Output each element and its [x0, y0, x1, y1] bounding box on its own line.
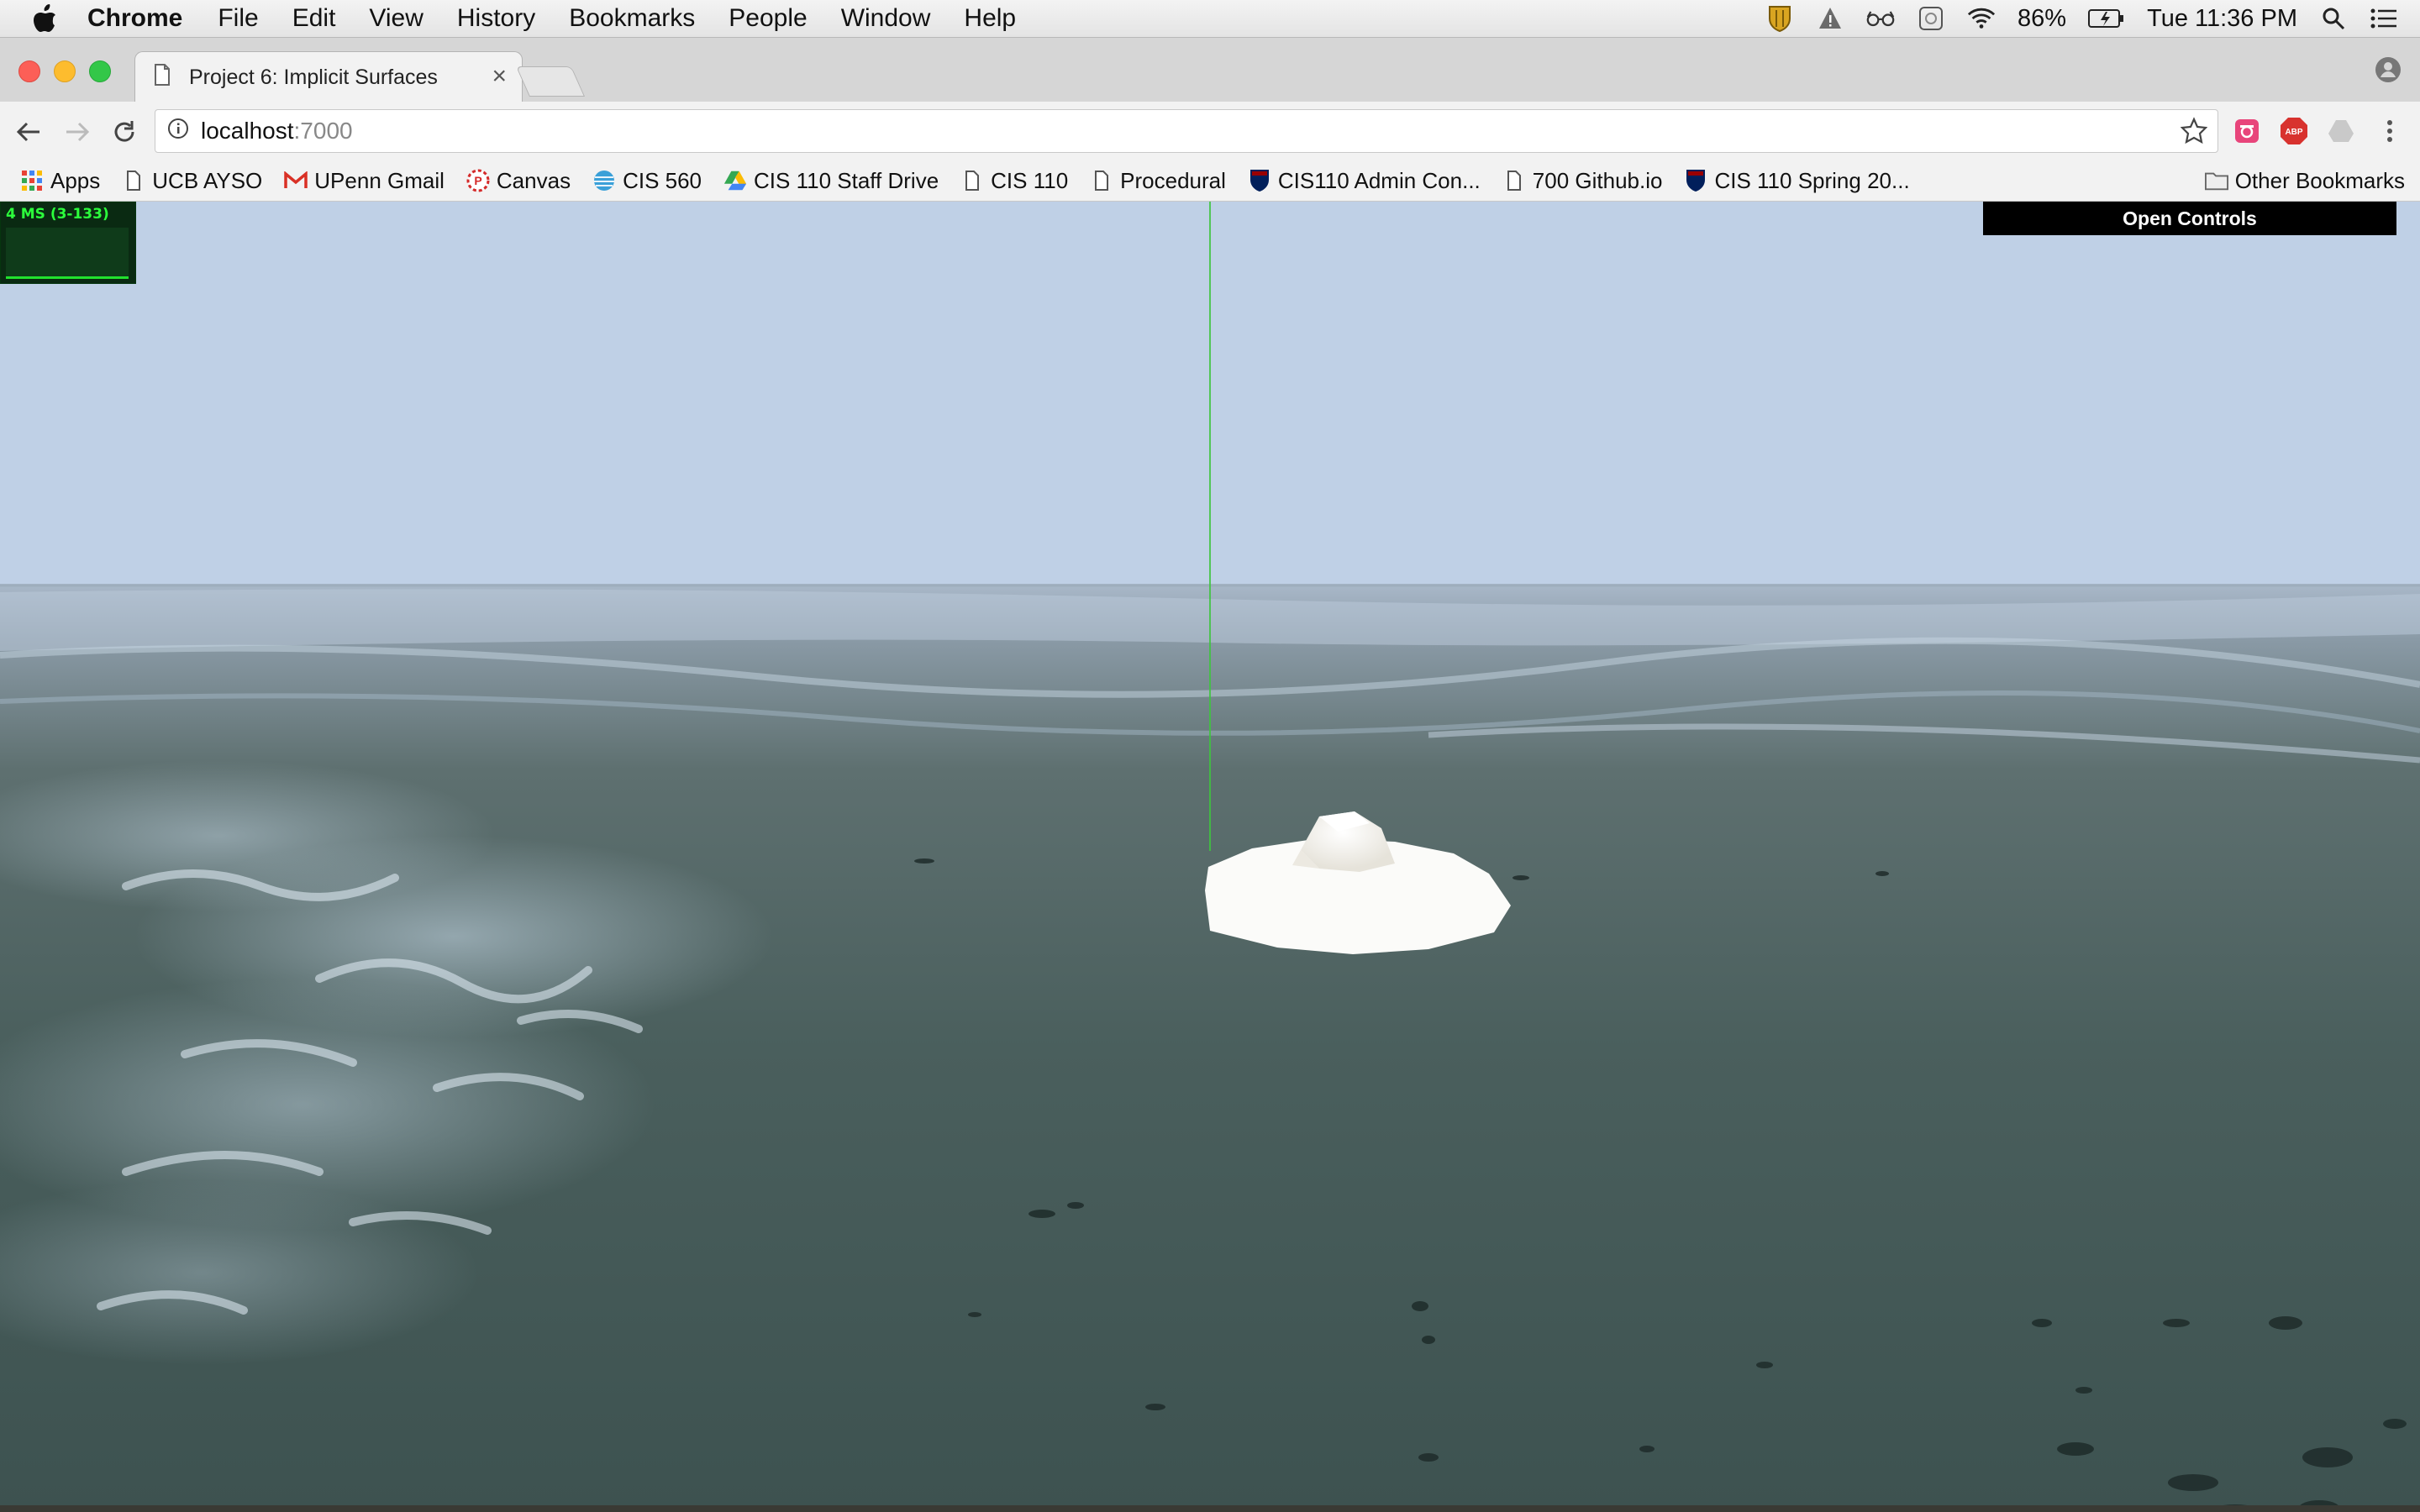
stats-graph — [6, 228, 129, 279]
bookmark-procedural[interactable]: Procedural — [1090, 168, 1226, 194]
google-drive-icon — [723, 169, 747, 192]
zoom-window-button[interactable] — [89, 60, 111, 82]
apps-grid-icon — [20, 169, 44, 192]
minimize-window-button[interactable] — [54, 60, 76, 82]
iceberg[interactable] — [1193, 798, 1546, 1025]
svg-text:P: P — [474, 174, 481, 187]
tab-close-icon[interactable]: × — [492, 62, 507, 91]
bookmark-canvas[interactable]: P Canvas — [466, 168, 571, 194]
bookmark-label: UCB AYSO — [152, 167, 263, 193]
stats-readout: 4 MS (3-133) — [6, 206, 109, 223]
shield-icon[interactable] — [1765, 4, 1794, 33]
menu-file[interactable]: File — [218, 4, 258, 33]
close-window-button[interactable] — [18, 60, 40, 82]
bookmark-cis-110-staff-drive[interactable]: CIS 110 Staff Drive — [723, 168, 939, 194]
bookmark-label: UPenn Gmail — [314, 167, 445, 193]
site-info-icon[interactable] — [167, 118, 189, 145]
battery-charging-icon[interactable] — [2088, 4, 2125, 33]
penn-shield-icon — [1248, 169, 1271, 192]
app-status-icon[interactable] — [1917, 4, 1945, 33]
back-icon[interactable] — [12, 115, 45, 149]
bookmark-label: Other Bookmarks — [2234, 167, 2405, 193]
url-host: localhost — [201, 118, 294, 144]
battery-percent: 86% — [2018, 4, 2067, 32]
screenshot-extension-icon[interactable] — [2230, 114, 2264, 148]
warning-icon[interactable] — [1816, 4, 1844, 33]
bookmark-label: 700 Github.io — [1532, 167, 1663, 193]
apple-icon[interactable] — [29, 4, 62, 33]
bookmark-label: Canvas — [496, 167, 571, 193]
spotlight-search-icon[interactable] — [2319, 4, 2348, 33]
status-area: 86% Tue 11:36 PM — [1765, 0, 2398, 37]
bookmark-label: CIS 110 — [991, 167, 1069, 193]
gmail-icon — [284, 169, 308, 192]
bookmark-label: CIS110 Admin Con... — [1277, 167, 1481, 193]
bookmark-label: CIS 560 — [623, 167, 702, 193]
chrome-menu-icon[interactable] — [2373, 114, 2407, 148]
tab-title: Project 6: Implicit Surfaces — [189, 65, 438, 89]
penn-shield-icon — [1684, 169, 1707, 192]
bookmark-cis-110[interactable]: CIS 110 — [960, 168, 1068, 194]
tab-active[interactable]: Project 6: Implicit Surfaces × — [134, 51, 523, 102]
menu-window[interactable]: Window — [841, 4, 931, 33]
drive-extension-icon[interactable] — [2324, 114, 2358, 148]
new-tab-button[interactable] — [515, 66, 586, 97]
bookmark-ucb-ayso[interactable]: UCB AYSO — [122, 168, 262, 194]
menu-people[interactable]: People — [729, 4, 807, 33]
bookmark-apps[interactable]: Apps — [20, 168, 100, 194]
axis-helper-line — [1209, 202, 1211, 851]
bookmark-upenn-gmail[interactable]: UPenn Gmail — [284, 168, 445, 194]
bookmark-star-icon[interactable] — [2180, 117, 2208, 150]
page-icon — [960, 169, 984, 192]
globe-icon — [592, 169, 616, 192]
tab-strip: Project 6: Implicit Surfaces × — [0, 38, 2420, 102]
notification-center-icon[interactable] — [2370, 4, 2398, 33]
bookmark-cis-560[interactable]: CIS 560 — [592, 168, 702, 194]
bookmark-label: CIS 110 Spring 20... — [1714, 167, 1910, 193]
menu-bookmarks[interactable]: Bookmarks — [569, 4, 695, 33]
menu-app-chrome[interactable]: Chrome — [87, 4, 182, 33]
bookmark-cis110-admin[interactable]: CIS110 Admin Con... — [1248, 168, 1481, 194]
bookmark-label: Procedural — [1120, 167, 1226, 193]
webgl-canvas[interactable]: 4 MS (3-133) Open Controls — [0, 202, 2420, 1512]
bookmark-700-github[interactable]: 700 Github.io — [1502, 167, 1663, 194]
page-icon — [1090, 169, 1113, 192]
address-bar[interactable]: localhost:7000 — [155, 109, 2218, 153]
reload-icon[interactable] — [108, 115, 141, 149]
folder-icon — [2204, 169, 2228, 192]
menu-view[interactable]: View — [369, 4, 423, 33]
page-icon — [1502, 169, 1526, 192]
menu-edit[interactable]: Edit — [292, 4, 336, 33]
bookmark-label: Apps — [50, 167, 101, 193]
browser-toolbar: localhost:7000 ABP — [0, 102, 2420, 160]
fps-stats-panel[interactable]: 4 MS (3-133) — [0, 202, 136, 284]
bookmarks-bar: Apps UCB AYSO UPenn Gmail P Canvas CIS 5… — [0, 160, 2420, 202]
bookmark-cis-110-spring[interactable]: CIS 110 Spring 20... — [1684, 167, 1910, 194]
page-icon — [154, 63, 171, 92]
clock[interactable]: Tue 11:36 PM — [2147, 5, 2297, 33]
forward-icon[interactable] — [60, 115, 94, 149]
glasses-icon[interactable] — [1866, 4, 1895, 33]
menu-help[interactable]: Help — [964, 4, 1016, 33]
menu-history[interactable]: History — [457, 4, 535, 33]
menu-bar: Chrome File Edit View History Bookmarks … — [0, 0, 2420, 38]
url-port: :7000 — [293, 118, 353, 144]
svg-text:ABP: ABP — [2285, 128, 2302, 137]
adblock-plus-icon[interactable]: ABP — [2277, 114, 2311, 148]
bottom-edge — [0, 1505, 2420, 1512]
other-bookmarks[interactable]: Other Bookmarks — [2204, 160, 2405, 201]
profile-icon[interactable] — [2375, 56, 2402, 87]
canvas-icon: P — [466, 169, 490, 192]
open-controls-button[interactable]: Open Controls — [1983, 202, 2396, 235]
wifi-icon[interactable] — [1967, 4, 1996, 33]
page-icon — [122, 169, 145, 192]
bookmark-label: CIS 110 Staff Drive — [754, 167, 939, 193]
